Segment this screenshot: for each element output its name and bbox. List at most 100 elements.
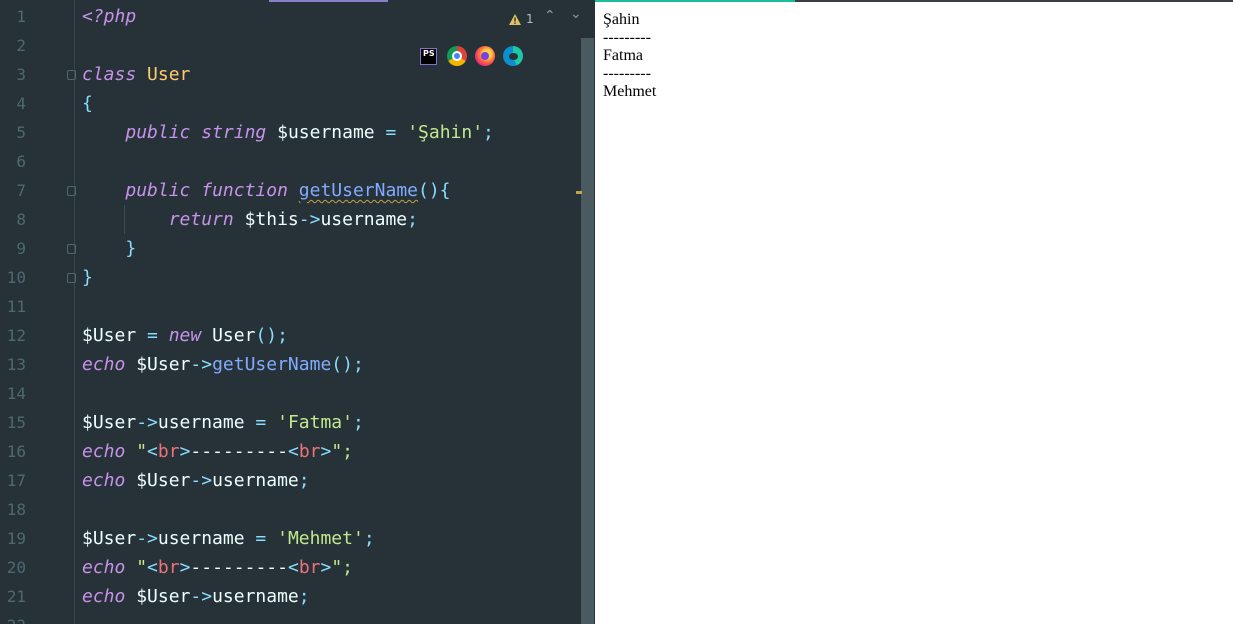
code-line-5[interactable]: public string $username = 'Şahin'; <box>82 118 494 147</box>
code-line-7[interactable]: public function getUserName(){ <box>82 176 451 205</box>
vertical-scrollbar[interactable] <box>581 38 594 624</box>
output-line: --------- <box>603 29 651 46</box>
code-line-19[interactable]: $User->username = 'Mehmet'; <box>82 524 375 553</box>
semicolon: ; <box>363 528 375 549</box>
output-line: Mehmet <box>603 83 657 100</box>
code-line-13[interactable]: echo $User->getUserName(); <box>82 350 364 379</box>
keyword: return <box>168 209 234 230</box>
warning-marker[interactable] <box>576 191 582 194</box>
line-number: 7 <box>16 181 26 200</box>
tag-bracket: < <box>287 441 299 462</box>
variable: $User <box>82 325 137 346</box>
browser-output-panel: Şahin --------- Fatma --------- Mehmet <box>595 0 1233 624</box>
keyword: class <box>82 64 137 85</box>
variable: $User <box>82 528 137 549</box>
keyword: echo <box>82 557 126 578</box>
code-line-4[interactable]: { <box>82 89 93 118</box>
line-number: 20 <box>6 558 26 577</box>
chevron-up-icon[interactable]: ⌃ <box>544 8 556 24</box>
line-number: 5 <box>16 123 26 142</box>
line-number: 8 <box>16 210 26 229</box>
keyword: public <box>125 122 191 143</box>
output-line: Fatma <box>603 47 643 64</box>
variable: $this <box>244 209 299 230</box>
property: username <box>157 412 245 433</box>
fold-marker-icon[interactable] <box>67 70 76 80</box>
html-tag: br <box>157 557 180 578</box>
code-line-12[interactable]: $User = new User(); <box>82 321 288 350</box>
inspection-widget[interactable]: 1 <box>508 10 534 28</box>
tag-bracket: < <box>147 557 158 578</box>
chrome-icon[interactable] <box>447 46 467 66</box>
line-number: 18 <box>6 500 26 519</box>
code-line-8[interactable]: return $this->username; <box>82 205 418 234</box>
phpstorm-icon[interactable]: PS <box>420 48 437 65</box>
semicolon: ; <box>407 209 418 230</box>
fold-marker-icon[interactable] <box>67 186 76 196</box>
function-name: getUserName <box>298 180 418 201</box>
quote: "; <box>331 441 354 462</box>
code-line-21[interactable]: echo $User->username; <box>82 582 310 611</box>
code-line-10[interactable]: } <box>82 263 93 292</box>
php-open-tag: <?php <box>82 6 137 27</box>
html-tag: br <box>298 557 321 578</box>
line-number: 12 <box>6 326 26 345</box>
string-literal: 'Şahin' <box>407 122 484 143</box>
quote: " <box>136 557 148 578</box>
tag-bracket: > <box>179 441 191 462</box>
class-name: User <box>212 325 256 346</box>
edge-icon[interactable] <box>503 46 523 66</box>
fold-end-marker-icon[interactable] <box>67 244 76 254</box>
property: username <box>320 209 408 230</box>
code-line-15[interactable]: $User->username = 'Fatma'; <box>82 408 364 437</box>
property: username <box>212 586 299 607</box>
keyword: public <box>125 180 191 201</box>
keyword: new <box>168 325 202 346</box>
line-number: 11 <box>6 297 26 316</box>
chevron-down-icon[interactable]: ⌄ <box>570 6 582 22</box>
code-line-3[interactable]: class User <box>82 60 190 89</box>
code-line-1[interactable]: <?php <box>82 2 136 31</box>
operator: = <box>385 122 397 143</box>
brace: { <box>82 93 93 114</box>
line-number: 4 <box>16 94 26 113</box>
string-literal: 'Mehmet' <box>277 528 364 549</box>
keyword: echo <box>82 354 126 375</box>
warning-icon <box>509 13 521 25</box>
brace: } <box>82 267 93 288</box>
html-tag: br <box>298 441 321 462</box>
warning-count: 1 <box>526 12 534 26</box>
line-number-gutter: 1 2 3 4 5 6 7 8 9 10 11 12 13 14 15 16 1… <box>0 0 76 624</box>
code-line-9[interactable]: } <box>82 234 136 263</box>
keyword: echo <box>82 586 126 607</box>
semicolon: ; <box>352 412 364 433</box>
class-name: User <box>147 64 191 85</box>
string-text: --------- <box>190 557 288 578</box>
code-editor[interactable]: 1 2 3 4 5 6 7 8 9 10 11 12 13 14 15 16 1… <box>0 0 595 624</box>
line-number: 3 <box>16 65 26 84</box>
arrow-operator: -> <box>136 412 158 433</box>
code-line-17[interactable]: echo $User->username; <box>82 466 310 495</box>
string-literal: 'Fatma' <box>277 412 353 433</box>
function-call: getUserName <box>212 354 332 375</box>
paren: (){ <box>418 180 451 201</box>
line-number: 6 <box>16 152 26 171</box>
semicolon: ; <box>483 122 494 143</box>
line-number: 1 <box>16 7 26 26</box>
quote: " <box>136 441 148 462</box>
variable: $User <box>136 354 191 375</box>
line-number: 22 <box>6 611 26 624</box>
fold-end-marker-icon[interactable] <box>67 273 76 283</box>
html-tag: br <box>157 441 180 462</box>
line-number: 21 <box>6 587 26 606</box>
string-text: --------- <box>190 441 288 462</box>
line-number: 10 <box>6 268 26 287</box>
firefox-icon[interactable] <box>475 46 495 66</box>
line-number: 15 <box>6 413 26 432</box>
line-number: 16 <box>6 442 26 461</box>
arrow-operator: -> <box>190 354 213 375</box>
keyword: echo <box>82 470 126 491</box>
code-line-20[interactable]: echo "<br>---------<br>"; <box>82 553 353 582</box>
code-line-16[interactable]: echo "<br>---------<br>"; <box>82 437 353 466</box>
variable: $User <box>136 470 191 491</box>
